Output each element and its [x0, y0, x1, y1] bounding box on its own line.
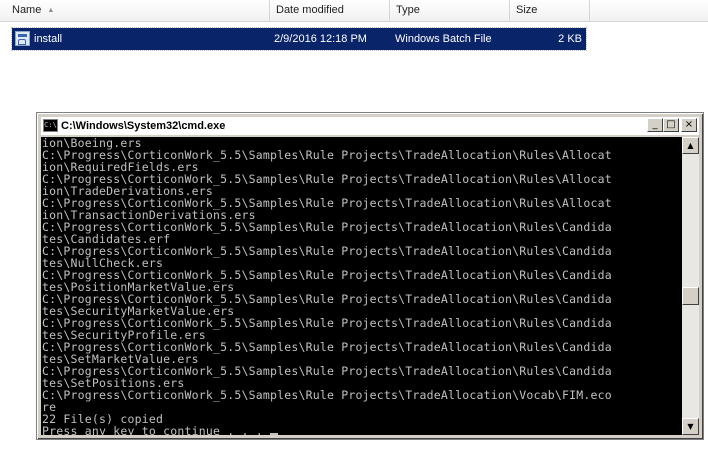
scroll-down-button[interactable]: ▼ [682, 418, 699, 435]
cmd-window[interactable]: C:\ C:\Windows\System32\cmd.exe _ □ × io… [36, 112, 704, 440]
scroll-up-button[interactable]: ▲ [682, 137, 699, 154]
cmd-title-bar[interactable]: C:\ C:\Windows\System32\cmd.exe _ □ × [41, 117, 699, 135]
cmd-window-title: C:\Windows\System32\cmd.exe [61, 120, 226, 132]
file-type: Windows Batch File [395, 33, 492, 45]
file-date-modified: 2/9/2016 12:18 PM [274, 33, 367, 45]
console-text: ion\Boeing.ers C:\Progress\CorticonWork_… [41, 137, 682, 435]
column-header-date-label: Date modified [276, 4, 344, 16]
column-header-name[interactable]: Name ▲ [0, 0, 270, 21]
maximize-button[interactable]: □ [663, 118, 679, 132]
column-header-date-modified[interactable]: Date modified [270, 0, 390, 21]
file-row-install[interactable]: install 2/9/2016 12:18 PM Windows Batch … [11, 27, 587, 51]
column-header-bar: Name ▲ Date modified Type Size [0, 0, 708, 22]
column-header-type[interactable]: Type [390, 0, 510, 21]
console-line: C:\Progress\CorticonWork_5.5\Samples\Rul… [42, 388, 612, 402]
file-name: install [34, 33, 63, 45]
close-button[interactable]: × [681, 118, 697, 132]
column-header-type-label: Type [396, 4, 420, 16]
vertical-scrollbar[interactable]: ▲ ▼ [682, 137, 699, 435]
batch-file-icon [15, 31, 30, 46]
column-header-name-label: Name [12, 4, 42, 16]
console-line: Press any key to continue . . . [42, 424, 263, 435]
column-header-size[interactable]: Size [510, 0, 590, 21]
column-header-size-label: Size [516, 4, 538, 16]
console-output[interactable]: ion\Boeing.ers C:\Progress\CorticonWork_… [41, 137, 682, 435]
console-app-icon[interactable]: C:\ [43, 119, 58, 132]
file-size: 2 KB [558, 33, 582, 45]
minimize-button[interactable]: _ [647, 118, 663, 132]
text-cursor [269, 433, 278, 435]
scroll-thumb[interactable] [682, 287, 699, 305]
sort-ascending-icon: ▲ [47, 7, 55, 14]
